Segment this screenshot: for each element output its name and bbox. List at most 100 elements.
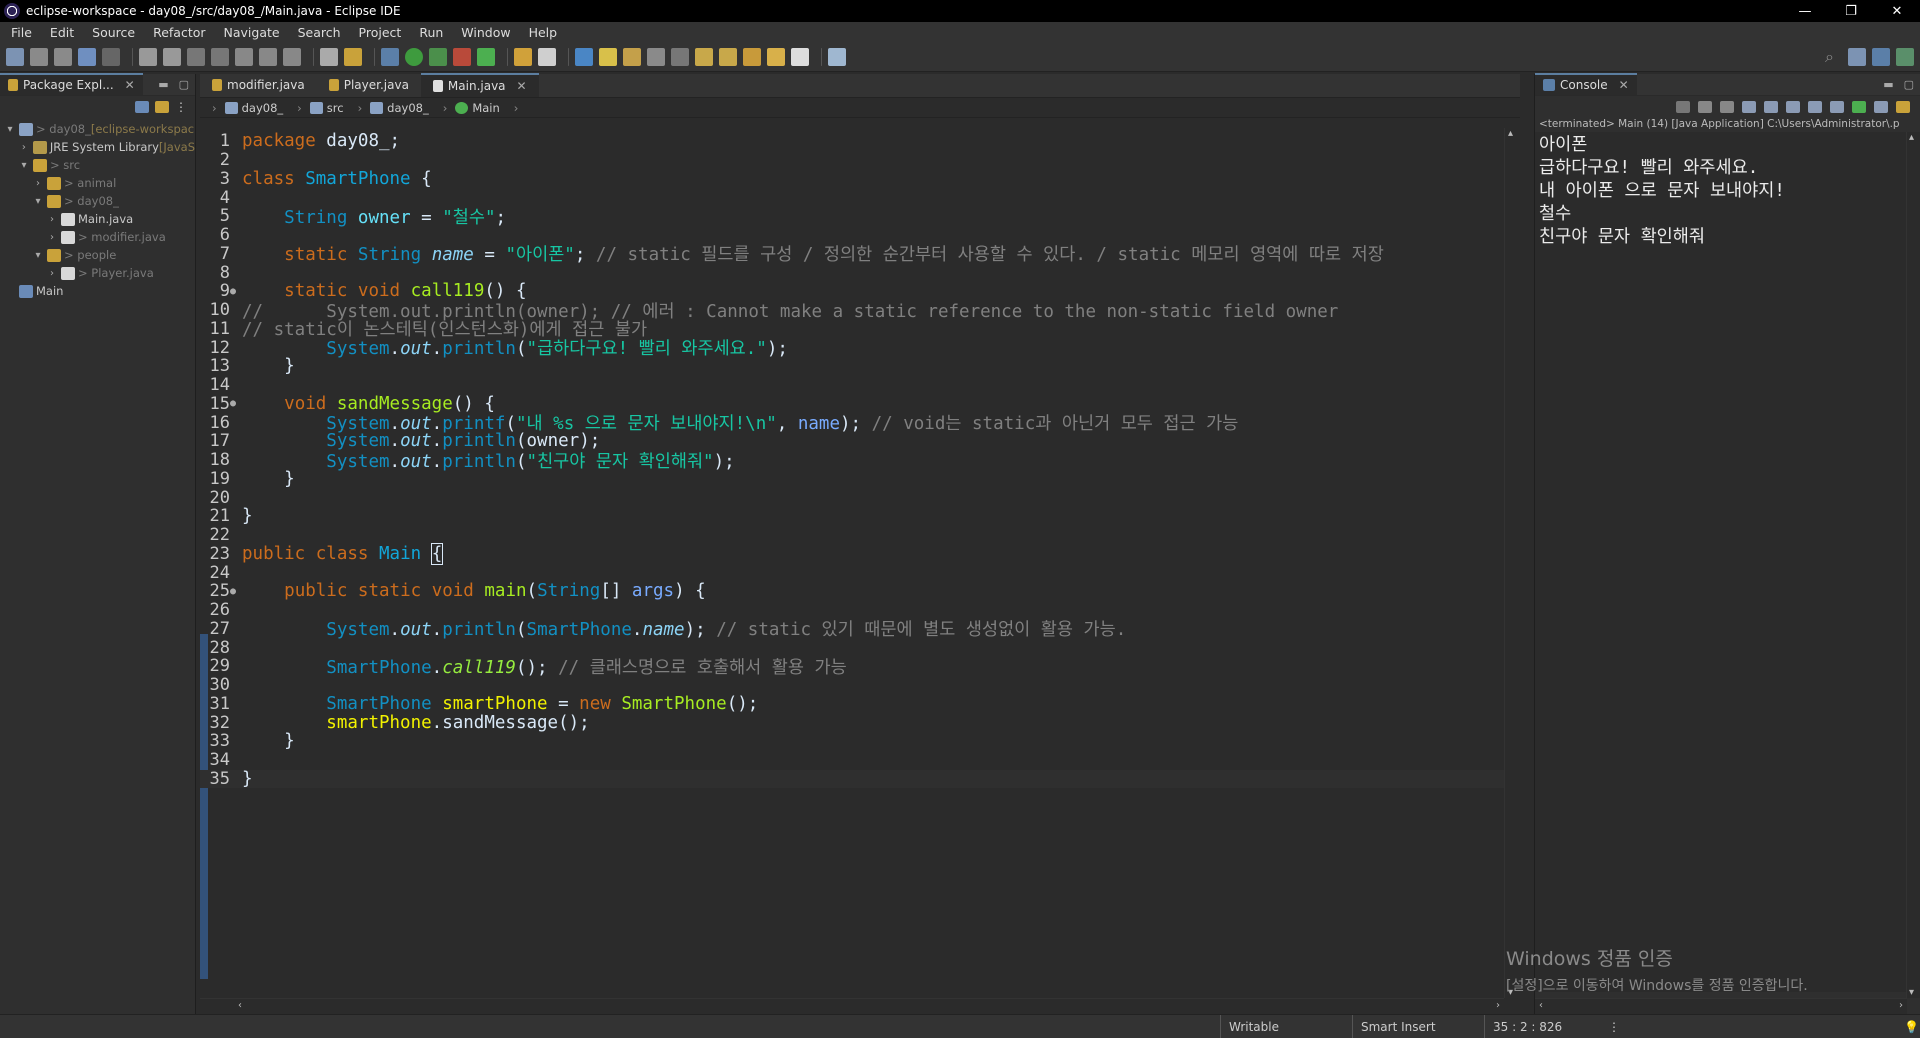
suspend-icon[interactable] bbox=[163, 47, 181, 66]
tab-package-explorer[interactable]: Package Expl... ✕ bbox=[0, 73, 143, 95]
tree-item[interactable]: › JRE System Library [JavaS bbox=[0, 138, 195, 156]
tree-item[interactable]: ▾ > people bbox=[0, 246, 195, 264]
code-line[interactable]: 1 package day08_; bbox=[200, 131, 1504, 151]
tree-item[interactable]: Main bbox=[0, 282, 195, 300]
code-line[interactable]: 20 bbox=[200, 488, 1504, 508]
code-line[interactable]: 21} bbox=[200, 506, 1504, 526]
external-tools-icon[interactable] bbox=[453, 47, 471, 66]
pin-editor-icon[interactable] bbox=[828, 47, 846, 66]
disconnect-icon[interactable] bbox=[211, 47, 229, 66]
status-insert-mode[interactable]: Smart Insert bbox=[1352, 1015, 1482, 1038]
scroll-up-icon[interactable]: ▴ bbox=[1508, 128, 1513, 139]
save-icon[interactable] bbox=[30, 47, 48, 66]
save-all-icon[interactable] bbox=[54, 47, 72, 66]
java-perspective-icon[interactable] bbox=[1872, 47, 1890, 66]
last-edit-location-icon[interactable] bbox=[743, 47, 761, 66]
expanded-arrow-icon[interactable]: ▾ bbox=[4, 124, 16, 135]
close-window-button[interactable]: ✕ bbox=[1874, 0, 1920, 22]
collapsed-arrow-icon[interactable]: › bbox=[46, 214, 58, 225]
expanded-arrow-icon[interactable]: ▾ bbox=[32, 196, 44, 207]
search-tool-icon[interactable] bbox=[538, 47, 556, 66]
coverage-icon[interactable] bbox=[429, 47, 447, 66]
tree-item[interactable]: › > animal bbox=[0, 174, 195, 192]
new-class-icon[interactable] bbox=[477, 47, 495, 66]
restore-button[interactable]: ❐ bbox=[1828, 0, 1874, 22]
menu-window[interactable]: Window bbox=[452, 25, 519, 40]
code-line[interactable]: 31 SmartPhone smartPhone = new SmartPhon… bbox=[200, 694, 1504, 714]
expanded-arrow-icon[interactable]: ▾ bbox=[18, 160, 30, 171]
code-line[interactable]: 18 System.out.println("친구야 문자 확인해줘"); bbox=[200, 450, 1504, 472]
terminate-icon[interactable] bbox=[1676, 101, 1690, 113]
expanded-arrow-icon[interactable]: ▾ bbox=[32, 250, 44, 261]
skip-breakpoints-icon[interactable] bbox=[102, 47, 120, 66]
tree-item[interactable]: ▾ > day08_ bbox=[0, 192, 195, 210]
maximize-panel-icon[interactable]: ▢ bbox=[179, 78, 189, 91]
menu-help[interactable]: Help bbox=[520, 25, 567, 40]
code-line[interactable]: 2 bbox=[200, 150, 1504, 170]
code-line[interactable]: 27 System.out.println(SmartPhone.name); … bbox=[200, 619, 1504, 641]
menu-file[interactable]: File bbox=[2, 25, 41, 40]
show-on-output-icon[interactable] bbox=[1808, 101, 1822, 113]
new-icon[interactable] bbox=[6, 47, 24, 66]
close-icon[interactable]: ✕ bbox=[1619, 78, 1629, 92]
fold-marker-icon[interactable]: ● bbox=[230, 586, 242, 597]
tree-item[interactable]: › Main.java bbox=[0, 210, 195, 228]
status-cursor-position[interactable]: 35 : 2 : 826 bbox=[1484, 1015, 1594, 1038]
collapsed-arrow-icon[interactable]: › bbox=[32, 178, 44, 189]
code-line[interactable]: 30 bbox=[200, 675, 1504, 695]
menu-search[interactable]: Search bbox=[289, 25, 350, 40]
word-wrap-icon[interactable] bbox=[1786, 101, 1800, 113]
tip-bulb-icon[interactable]: 💡 bbox=[1896, 1015, 1919, 1038]
scroll-right-icon[interactable]: › bbox=[1496, 1000, 1500, 1011]
menu-project[interactable]: Project bbox=[350, 25, 411, 40]
code-line[interactable]: 25 ● public static void main(String[] arg… bbox=[200, 581, 1504, 601]
code-line[interactable]: 7 static String name = "아이폰"; // static … bbox=[200, 244, 1504, 266]
scroll-left-icon[interactable]: ‹ bbox=[238, 1000, 242, 1011]
collapsed-arrow-icon[interactable]: › bbox=[46, 232, 58, 243]
display-selected-console-icon[interactable] bbox=[1874, 101, 1888, 113]
editor-hscrollbar[interactable]: ‹ › bbox=[200, 998, 1504, 1014]
code-text-area[interactable]: 1 package day08_; 2 3 class SmartPhone {4 5 S… bbox=[200, 128, 1504, 998]
menu-run[interactable]: Run bbox=[410, 25, 452, 40]
scroll-left-icon[interactable]: ‹ bbox=[1539, 1000, 1543, 1011]
minimize-panel-icon[interactable]: ▬ bbox=[158, 78, 168, 91]
view-menu-icon[interactable]: ⋮ bbox=[175, 100, 187, 114]
terminate-icon[interactable] bbox=[187, 47, 205, 66]
code-line[interactable]: 14 bbox=[200, 375, 1504, 395]
collapsed-arrow-icon[interactable]: › bbox=[18, 142, 30, 153]
pilcrow-icon[interactable] bbox=[671, 47, 689, 66]
tab-main-java[interactable]: Main.java ✕ bbox=[420, 73, 539, 97]
scroll-up-icon[interactable]: ▴ bbox=[1909, 132, 1914, 143]
resume-icon[interactable] bbox=[139, 47, 157, 66]
status-menu-icon[interactable]: ⋮ bbox=[1600, 1015, 1620, 1038]
show-on-error-icon[interactable] bbox=[1830, 101, 1844, 113]
code-line[interactable]: 29 SmartPhone.call119(); // 클래스명으로 호출해서 … bbox=[200, 656, 1504, 678]
editor-vscrollbar[interactable]: ▴ ▾ bbox=[1504, 128, 1520, 998]
toggle-block-selection-icon[interactable] bbox=[599, 47, 617, 66]
code-line[interactable]: 35} bbox=[200, 769, 1504, 789]
code-line[interactable]: 24 bbox=[200, 563, 1504, 583]
code-line[interactable]: 22 bbox=[200, 525, 1504, 545]
breadcrumb-package[interactable]: day08_ bbox=[370, 101, 429, 115]
forward-icon[interactable] bbox=[791, 47, 809, 66]
tab-modifier-java[interactable]: modifier.java bbox=[200, 73, 317, 97]
code-line[interactable]: 5 String owner = "철수"; bbox=[200, 206, 1504, 228]
console-hscrollbar[interactable]: ‹ › bbox=[1535, 998, 1907, 1014]
maximize-panel-icon[interactable]: ▢ bbox=[1904, 78, 1914, 91]
close-icon[interactable]: ✕ bbox=[517, 79, 527, 93]
tree-item[interactable]: ▾ > src bbox=[0, 156, 195, 174]
code-line[interactable]: 32 smartPhone.sandMessage(); bbox=[200, 713, 1504, 733]
show-whitespace-icon[interactable] bbox=[647, 47, 665, 66]
code-line[interactable]: 13 } bbox=[200, 356, 1504, 376]
tree-item[interactable]: ▾ > day08_ [eclipse-workspac bbox=[0, 120, 195, 138]
open-console-icon[interactable] bbox=[78, 47, 96, 66]
debug-icon[interactable] bbox=[381, 47, 399, 66]
minimize-button[interactable]: — bbox=[1782, 0, 1828, 22]
step-over-icon[interactable] bbox=[259, 47, 277, 66]
code-line[interactable]: 8 bbox=[200, 263, 1504, 283]
open-console-icon[interactable] bbox=[1896, 101, 1910, 113]
drop-to-frame-icon[interactable] bbox=[320, 47, 338, 66]
debug-perspective-icon[interactable] bbox=[1896, 47, 1914, 66]
breadcrumb-class[interactable]: Main bbox=[455, 101, 500, 115]
link-with-editor-icon[interactable] bbox=[155, 101, 169, 113]
